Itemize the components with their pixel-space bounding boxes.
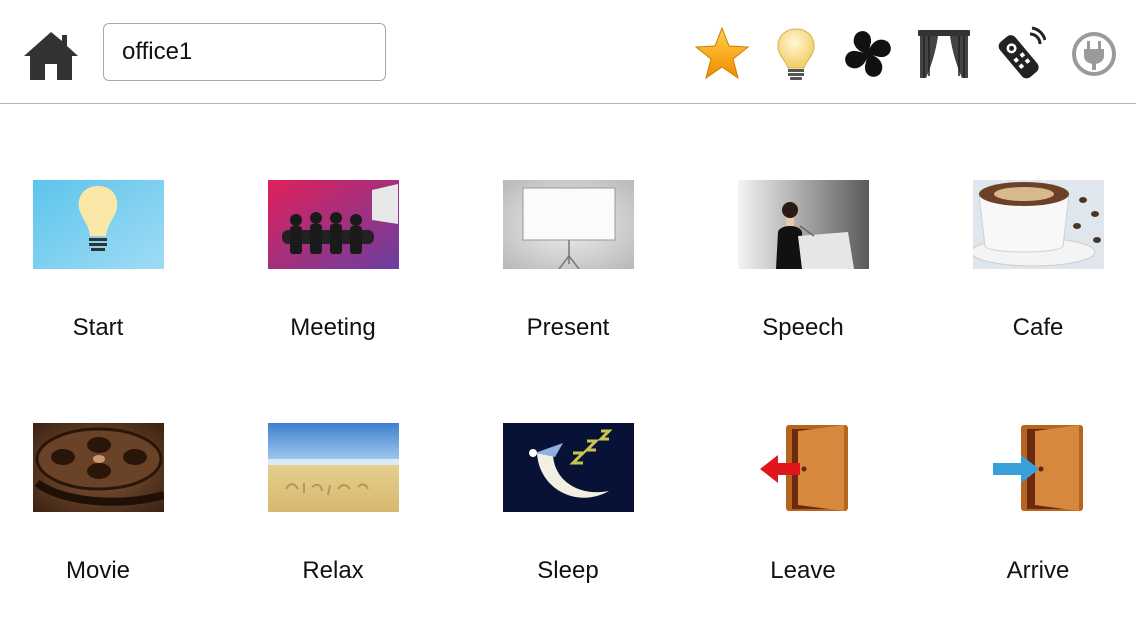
light-bulb-icon[interactable] [768,26,824,82]
scene-tile-cafe[interactable]: Cafe [943,180,1133,360]
scene-tile-present[interactable]: Present [473,180,663,360]
scene-label: Meeting [290,314,376,341]
scene-label: Arrive [1006,557,1070,584]
scene-label: Leave [770,557,836,584]
scene-tile-relax[interactable]: Relax [238,423,428,603]
light-bulb-scene-icon [33,180,164,269]
scene-tile-arrive[interactable]: Arrive [943,423,1133,603]
sleeping-moon-scene-icon [503,423,634,512]
beach-scene-icon [268,423,399,512]
scene-label: Movie [65,557,131,584]
speaker-podium-scene-icon [738,180,869,269]
meeting-scene-icon [268,180,399,269]
scene-label: Sleep [537,557,599,584]
film-reel-scene-icon [33,423,164,512]
scene-tile-movie[interactable]: Movie [3,423,193,603]
door-exit-scene-icon [738,423,869,512]
projector-screen-scene-icon [503,180,634,269]
door-enter-scene-icon [973,423,1104,512]
favorites-star-icon[interactable] [694,26,750,82]
scene-tile-leave[interactable]: Leave [708,423,898,603]
scene-grid: Start Meeting Present Speech Cafe Movie … [0,104,1136,639]
top-toolbar [0,0,1136,104]
remote-control-icon[interactable] [990,26,1046,82]
scene-label: Start [72,314,124,341]
scene-label: Cafe [1012,314,1064,341]
home-icon[interactable] [22,30,80,82]
power-plug-icon[interactable] [1068,26,1124,82]
coffee-cup-scene-icon [973,180,1104,269]
scene-tile-sleep[interactable]: Sleep [473,423,663,603]
curtain-icon[interactable] [916,26,972,82]
fan-icon[interactable] [840,26,896,82]
scene-label: Speech [762,314,844,341]
scene-label: Relax [302,557,364,584]
scene-label: Present [526,314,610,341]
room-name-input[interactable] [103,23,386,81]
scene-tile-speech[interactable]: Speech [708,180,898,360]
scene-tile-start[interactable]: Start [3,180,193,360]
scene-tile-meeting[interactable]: Meeting [238,180,428,360]
